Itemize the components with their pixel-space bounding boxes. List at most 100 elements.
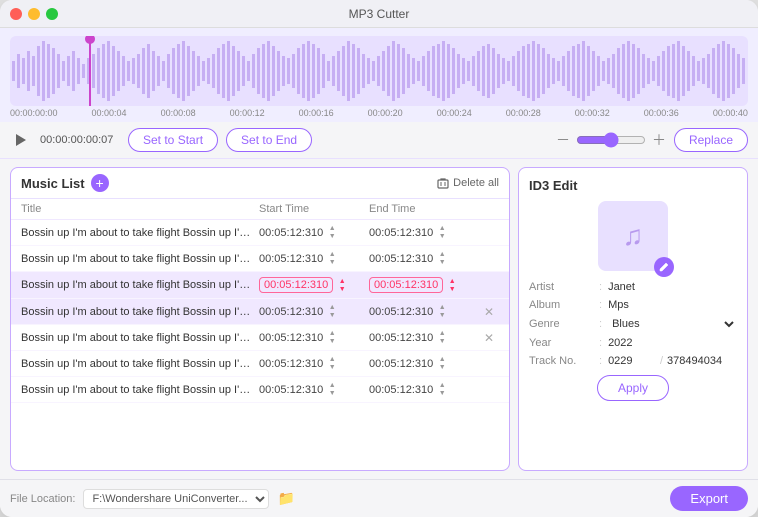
end-time-cell: 00:05:12:310 ▲▼ — [369, 382, 479, 397]
replace-button[interactable]: Replace — [674, 128, 748, 152]
end-time-cell: 00:05:12:310 ▲▼ — [369, 330, 479, 345]
start-time-cell: 00:05:12:310 ▲▼ — [259, 225, 369, 240]
table-row[interactable]: Bossin up I'm about to take flight Bossi… — [11, 272, 509, 299]
zoom-slider[interactable] — [576, 132, 646, 148]
artist-input[interactable] — [608, 281, 750, 293]
row-title: Bossin up I'm about to take flight Bossi… — [21, 384, 259, 396]
end-time-cell: 00:05:12:310 ▲▼ — [369, 225, 479, 240]
track-total-input[interactable] — [667, 355, 737, 367]
table-header: Title Start Time End Time — [11, 199, 509, 220]
start-time-cell: 00:05:12:310 ▲▼ — [259, 277, 369, 293]
table-row[interactable]: Bossin up I'm about to take flight Bossi… — [11, 246, 509, 272]
row-delete[interactable]: ✕ — [479, 305, 499, 319]
track-number-field: / — [608, 355, 737, 367]
traffic-lights — [10, 8, 58, 20]
end-spinner[interactable]: ▲▼ — [447, 278, 457, 293]
file-location-label: File Location: — [10, 493, 75, 505]
apply-button[interactable]: Apply — [597, 375, 669, 401]
start-spinner[interactable]: ▲▼ — [327, 304, 337, 319]
start-spinner[interactable]: ▲▼ — [327, 330, 337, 345]
export-button[interactable]: Export — [670, 486, 748, 511]
album-input[interactable] — [608, 299, 750, 311]
table-body: Bossin up I'm about to take flight Bossi… — [11, 220, 509, 470]
controls-bar: 00:00:00:00:07 Set to Start Set to End －… — [0, 122, 758, 159]
footer: File Location: F:\Wondershare UniConvert… — [0, 479, 758, 517]
table-row[interactable]: Bossin up I'm about to take flight Bossi… — [11, 325, 509, 351]
row-title: Bossin up I'm about to take flight Bossi… — [21, 358, 259, 370]
row-delete[interactable]: ✕ — [479, 331, 499, 345]
delete-all-label: Delete all — [453, 177, 499, 189]
id3-artist-row: Artist : — [529, 281, 737, 293]
maximize-button[interactable] — [46, 8, 58, 20]
col-end: End Time — [369, 203, 479, 215]
row-title: Bossin up I'm about to take flight Bossi… — [21, 253, 259, 265]
waveform-container[interactable] — [10, 36, 748, 106]
row-title: Bossin up I'm about to take flight Bossi… — [21, 227, 259, 239]
table-row[interactable]: Bossin up I'm about to take flight Bossi… — [11, 351, 509, 377]
end-spinner[interactable]: ▲▼ — [437, 304, 447, 319]
genre-label: Genre — [529, 318, 599, 330]
file-path: F:\Wondershare UniConverter... — [83, 489, 269, 509]
table-row[interactable]: Bossin up I'm about to take flight Bossi… — [11, 299, 509, 325]
start-spinner[interactable]: ▲▼ — [327, 225, 337, 240]
timeline: 00:00:00:00 00:00:04 00:00:08 00:00:12 0… — [10, 106, 748, 122]
end-spinner[interactable]: ▲▼ — [437, 382, 447, 397]
start-spinner[interactable]: ▲▼ — [327, 356, 337, 371]
end-time-cell: 00:05:12:310 ▲▼ — [369, 277, 479, 293]
genre-select[interactable]: Blues Rock Pop Jazz Classical — [608, 317, 737, 331]
id3-album-row: Album : — [529, 299, 737, 311]
row-title: Bossin up I'm about to take flight Bossi… — [21, 279, 259, 291]
end-spinner[interactable]: ▲▼ — [437, 251, 447, 266]
end-spinner[interactable]: ▲▼ — [437, 330, 447, 345]
id3-title: ID3 Edit — [529, 178, 737, 193]
start-spinner[interactable]: ▲▼ — [327, 251, 337, 266]
id3-edit-panel: ID3 Edit ♫ Artist : Album : — [518, 167, 748, 471]
table-row[interactable]: Bossin up I'm about to take flight Bossi… — [11, 220, 509, 246]
minimize-button[interactable] — [28, 8, 40, 20]
edit-icon — [659, 262, 669, 272]
window-title: MP3 Cutter — [349, 7, 410, 21]
edit-art-button[interactable] — [654, 257, 674, 277]
year-label: Year — [529, 337, 599, 349]
start-time-cell: 00:05:12:310 ▲▼ — [259, 330, 369, 345]
trash-icon — [437, 177, 449, 189]
close-button[interactable] — [10, 8, 22, 20]
track-label: Track No. — [529, 355, 599, 367]
id3-year-row: Year : — [529, 337, 737, 349]
row-title: Bossin up I'm about to take flight Bossi… — [21, 306, 259, 318]
end-time-cell: 00:05:12:310 ▲▼ — [369, 356, 479, 371]
titlebar: MP3 Cutter — [0, 0, 758, 28]
table-row[interactable]: Bossin up I'm about to take flight Bossi… — [11, 377, 509, 403]
start-spinner[interactable]: ▲▼ — [337, 278, 347, 293]
start-time-cell: 00:05:12:310 ▲▼ — [259, 304, 369, 319]
id3-genre-row: Genre : Blues Rock Pop Jazz Classical — [529, 317, 737, 331]
start-spinner[interactable]: ▲▼ — [327, 382, 337, 397]
album-label: Album — [529, 299, 599, 311]
start-time-cell: 00:05:12:310 ▲▼ — [259, 356, 369, 371]
zoom-out-icon[interactable]: － — [556, 130, 570, 150]
waveform-svg — [10, 36, 748, 106]
year-input[interactable] — [608, 337, 750, 349]
start-time-cell: 00:05:12:310 ▲▼ — [259, 382, 369, 397]
play-button[interactable] — [10, 129, 32, 151]
end-time-cell: 00:05:12:310 ▲▼ — [369, 251, 479, 266]
file-path-dropdown[interactable]: F:\Wondershare UniConverter... — [83, 489, 269, 509]
add-music-button[interactable]: + — [91, 174, 109, 192]
main-content: Music List + Delete all Title Start Time… — [0, 159, 758, 479]
delete-all-button[interactable]: Delete all — [437, 177, 499, 189]
set-to-end-button[interactable]: Set to End — [226, 128, 312, 152]
music-note-icon: ♫ — [623, 220, 644, 252]
id3-track-row: Track No. : / — [529, 355, 737, 367]
zoom-in-icon[interactable]: ＋ — [652, 130, 666, 150]
end-spinner[interactable]: ▲▼ — [437, 356, 447, 371]
waveform-area: 00:00:00:00 00:00:04 00:00:08 00:00:12 0… — [0, 28, 758, 122]
music-list-title: Music List — [21, 176, 85, 191]
track-input[interactable] — [608, 355, 656, 367]
set-to-start-button[interactable]: Set to Start — [128, 128, 218, 152]
folder-icon[interactable]: 📁 — [277, 490, 294, 507]
end-spinner[interactable]: ▲▼ — [437, 225, 447, 240]
music-list-header: Music List + Delete all — [11, 168, 509, 199]
album-art[interactable]: ♫ — [598, 201, 668, 271]
artist-label: Artist — [529, 281, 599, 293]
time-display: 00:00:00:00:07 — [40, 134, 120, 146]
